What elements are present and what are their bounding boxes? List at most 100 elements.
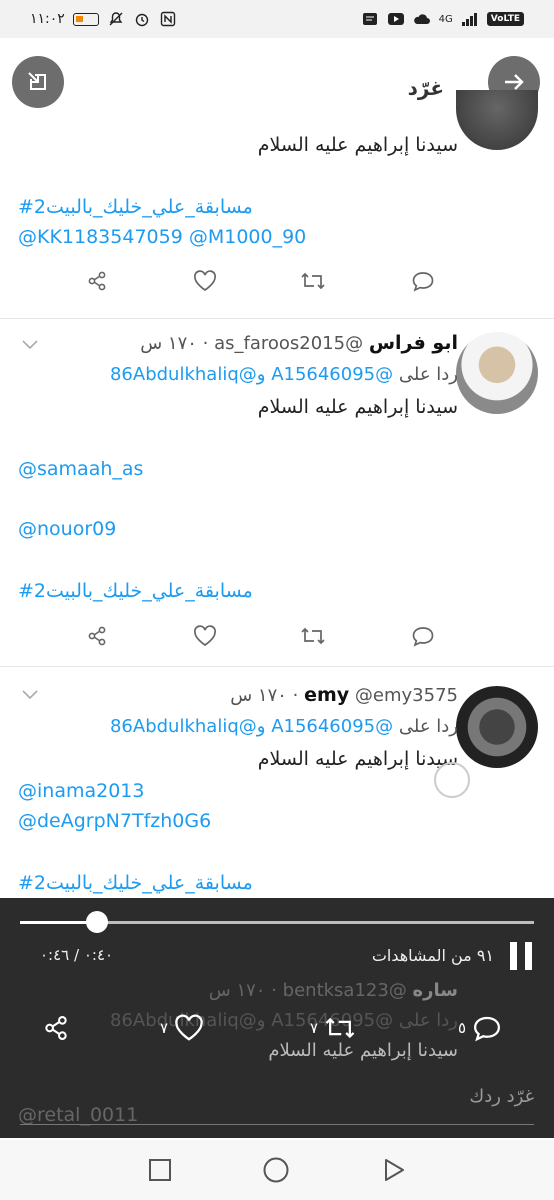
tweet-actions	[0, 621, 554, 651]
retweet-count: ٧	[310, 1019, 319, 1037]
hashtag-link[interactable]: #مسابقة_علي_خليك_بالبيت2	[18, 196, 253, 218]
reply-prefix: ردا على	[398, 716, 458, 737]
retweet-button[interactable]: ٧	[310, 1012, 356, 1044]
share-icon	[88, 271, 106, 291]
share-icon	[88, 626, 106, 646]
reply-icon	[412, 272, 434, 292]
video-controls: ساره @bentksa123 · ١٧٠ س ردا على @A15646…	[0, 898, 554, 1138]
timestamp: ١٧٠ س	[140, 333, 197, 354]
youtube-icon	[387, 11, 405, 27]
status-right: 4G VoLTE	[361, 11, 524, 27]
tweet-thread: غرّد سيدنا إبراهيم عليه السلام #مسابقة_ع…	[0, 38, 554, 900]
cloud-icon	[413, 11, 431, 27]
system-nav-bar	[0, 1140, 554, 1200]
like-button[interactable]: ٧	[160, 1012, 204, 1044]
time-display: ٠:٤٠ / ٠:٤٦	[40, 946, 114, 964]
tweet-text: سيدنا إبراهيم عليه السلام	[257, 396, 458, 418]
avatar[interactable]	[456, 90, 538, 150]
tweet-header: ساره @bentksa123 · ١٧٠ س	[208, 980, 458, 1001]
tweet-text: سيدنا إبراهيم عليه السلام	[257, 748, 458, 770]
mention-link[interactable]: @samaah_as	[18, 458, 143, 480]
minimize-button[interactable]	[12, 56, 64, 108]
reply-prefix: ردا على	[398, 1010, 458, 1031]
reply-button[interactable]	[408, 621, 438, 651]
timestamp: ١٧٠ س	[230, 685, 287, 706]
divider	[0, 318, 554, 319]
tweet-header: ابو فراس @as_faroos2015 · ١٧٠ س	[140, 332, 458, 354]
share-button[interactable]	[82, 621, 112, 651]
mention-link[interactable]: @nouor09	[18, 518, 116, 540]
avatar[interactable]	[456, 686, 538, 768]
minimize-icon	[28, 72, 46, 90]
message-icon	[361, 11, 379, 27]
tweet-text: سيدنا إبراهيم عليه السلام	[268, 1040, 458, 1061]
timestamp: ١٧٠ س	[208, 980, 266, 1001]
signal-icon	[461, 11, 479, 27]
mention-link[interactable]: @retal_0011	[18, 1104, 138, 1126]
reply-icon	[412, 627, 434, 647]
mention-link[interactable]: @inama2013	[18, 780, 144, 802]
reply-button[interactable]	[408, 266, 438, 296]
reply-to-links[interactable]: @A15646095 و@86Abdulkhaliq	[110, 716, 393, 737]
back-button[interactable]	[380, 1156, 408, 1184]
display-name[interactable]: emy	[304, 684, 349, 706]
hashtag-link[interactable]: #مسابقة_علي_خليك_بالبيت2	[18, 872, 253, 894]
reply-icon	[474, 1016, 501, 1042]
reply-input[interactable]: غرّد ردك	[469, 1086, 534, 1107]
volte-badge: VoLTE	[486, 12, 524, 26]
avatar[interactable]	[456, 332, 538, 414]
reply-context: ردا على @A15646095 و@86Abdulkhaliq	[110, 716, 458, 737]
reply-input-underline	[20, 1124, 534, 1125]
like-button[interactable]	[190, 266, 220, 296]
network-type: 4G	[438, 13, 453, 25]
triangle-icon	[385, 1159, 404, 1181]
retweet-button[interactable]	[298, 266, 328, 296]
share-icon	[45, 1016, 67, 1040]
share-button[interactable]	[42, 1012, 70, 1044]
handle[interactable]: @as_faroos2015	[214, 333, 363, 354]
mention-link[interactable]: @deAgrpN7Tfzh0G6	[18, 810, 211, 832]
like-button[interactable]	[190, 621, 220, 651]
like-count: ٧	[160, 1019, 169, 1037]
home-button[interactable]	[262, 1156, 290, 1184]
divider	[0, 666, 554, 667]
reply-to-links[interactable]: @A15646095 و@86Abdulkhaliq	[110, 364, 393, 385]
heart-icon	[194, 625, 216, 647]
chevron-down-icon[interactable]	[20, 684, 40, 704]
mention-links[interactable]: @KK1183547059 @M1000_90	[18, 226, 306, 248]
display-name[interactable]: ساره	[413, 980, 458, 1001]
heart-icon	[175, 1014, 203, 1041]
tweet-header: emy @emy3575 · ١٧٠ س	[230, 684, 458, 706]
circle-icon	[263, 1157, 289, 1183]
alarm-icon	[133, 11, 151, 27]
seek-thumb[interactable]	[85, 911, 108, 933]
reply-prefix: ردا على	[398, 364, 458, 385]
hashtag-link[interactable]: #مسابقة_علي_خليك_بالبيت2	[18, 580, 253, 602]
reply-button[interactable]: ٥	[458, 1012, 502, 1044]
pause-button[interactable]	[510, 942, 532, 970]
view-count: ٩١ من المشاهدات	[371, 946, 494, 965]
heart-icon	[194, 270, 216, 292]
display-name[interactable]: ابو فراس	[369, 332, 458, 354]
status-left: ١١:٠٢	[30, 11, 177, 27]
touch-indicator	[434, 762, 470, 798]
reply-context: ردا على @A15646095 و@86Abdulkhaliq	[110, 364, 458, 385]
handle[interactable]: @bentksa123	[283, 980, 407, 1001]
recents-button[interactable]	[146, 1156, 174, 1184]
chevron-down-icon[interactable]	[20, 334, 40, 354]
reply-count: ٥	[458, 1019, 467, 1037]
square-icon	[149, 1159, 171, 1181]
retweet-icon	[325, 1017, 355, 1039]
tweet-text: سيدنا إبراهيم عليه السلام	[257, 134, 458, 156]
mute-icon	[107, 11, 125, 27]
share-button[interactable]	[82, 266, 112, 296]
retweet-button[interactable]	[298, 621, 328, 651]
tweet-actions	[0, 266, 554, 296]
battery-icon	[72, 12, 99, 26]
retweet-icon	[301, 627, 325, 645]
retweet-icon	[301, 272, 325, 290]
handle[interactable]: @emy3575	[355, 685, 458, 706]
nfc-icon	[159, 11, 177, 27]
status-bar: ١١:٠٢ 4G VoLTE	[0, 0, 554, 38]
status-time: ١١:٠٢	[30, 11, 65, 27]
